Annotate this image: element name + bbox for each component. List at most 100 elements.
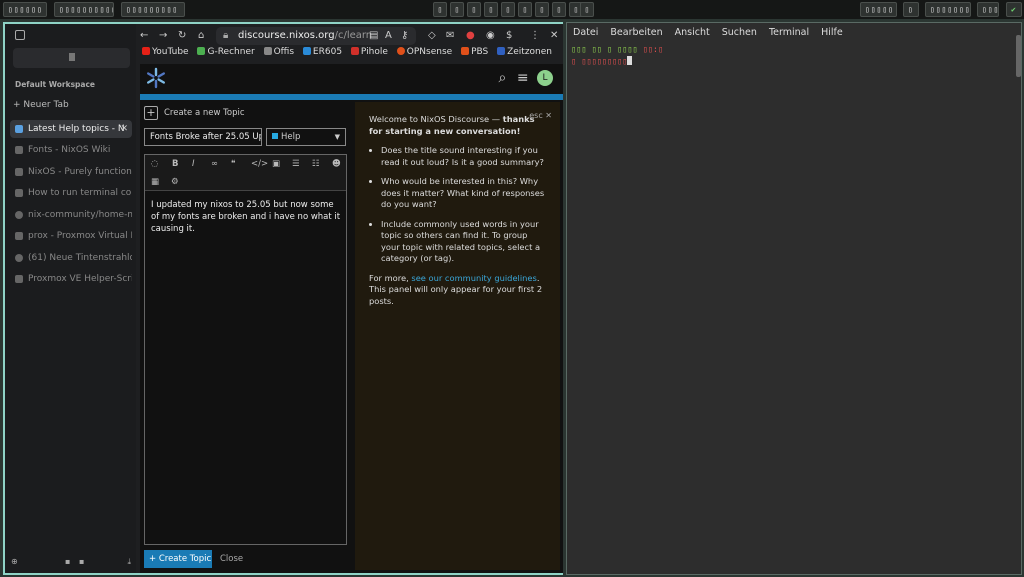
- topbar-button-3[interactable]: ▯▯▯▯▯▯▯▯▯: [121, 2, 185, 17]
- tab-terminal-question[interactable]: How to run terminal co: [10, 184, 132, 202]
- prompt-text: ▯▯▯ ▯▯ ▯ ▯▯▯▯: [571, 45, 643, 55]
- bookmark-youtube[interactable]: YouTube: [142, 47, 189, 57]
- topbar-button-2[interactable]: ▯▯▯▯▯▯▯▯▯▯: [54, 2, 114, 17]
- bookmark-offis[interactable]: Öffis: [263, 47, 294, 57]
- calendar-icon[interactable]: ▦: [151, 177, 159, 187]
- menu-suchen[interactable]: Suchen: [722, 27, 757, 38]
- menu-icon[interactable]: ≡: [517, 70, 529, 86]
- sidebar-toggle-icon[interactable]: [15, 30, 25, 40]
- tab-label: NixOS - Purely function: [28, 167, 132, 177]
- close-icon[interactable]: ✕: [550, 30, 558, 41]
- translate-icon[interactable]: A: [385, 30, 392, 41]
- shield-icon[interactable]: ●: [466, 30, 475, 41]
- gear-icon[interactable]: ⚙: [171, 177, 179, 187]
- tip-intro-text: Welcome to NixOS Discourse —: [369, 114, 503, 124]
- bookmark-g-rechner[interactable]: G-Rechner: [197, 47, 255, 57]
- tab-youtube[interactable]: (61) Neue Tintenstrahld: [10, 249, 132, 267]
- workspace-1[interactable]: ▯: [433, 2, 447, 17]
- dollar-icon[interactable]: $: [506, 30, 512, 41]
- workspace-icon[interactable]: ⊕: [11, 557, 18, 566]
- bookmark-pbs[interactable]: PBS: [461, 47, 488, 57]
- topic-title-input[interactable]: Fonts Broke after 25.05 Upda: [144, 128, 262, 146]
- menu-ansicht[interactable]: Ansicht: [675, 27, 710, 38]
- text-cursor: [627, 56, 633, 65]
- workspace-3[interactable]: ▯: [467, 2, 481, 17]
- bookmark-pihole[interactable]: Pihole: [350, 47, 388, 57]
- composer-editor: ◌ B I ∞ ❝ </> ▣ ☰ ☷ ☻ ▦ ⚙ I updated my n…: [144, 154, 347, 545]
- browser-sidebar: Default Workspace + Neuer Tab Latest Hel…: [5, 24, 136, 573]
- close-icon[interactable]: ✕: [120, 120, 128, 138]
- bookmark-opnsense[interactable]: OPNsense: [396, 47, 452, 57]
- close-button[interactable]: Close: [220, 554, 243, 564]
- emoji-icon[interactable]: ☻: [332, 159, 341, 169]
- esc-label: esc: [529, 111, 543, 120]
- mask-icon[interactable]: ◉: [486, 30, 495, 41]
- bookmark-zeitzonen[interactable]: Zeitzonen: [497, 47, 552, 57]
- create-topic-button[interactable]: + Create Topic: [144, 550, 212, 568]
- nixos-logo-icon[interactable]: [144, 66, 168, 90]
- tab-label: Latest Help topics - N: [28, 124, 125, 134]
- tab-fonts-wiki[interactable]: Fonts - NixOS Wiki: [10, 141, 132, 159]
- topbar-status-3[interactable]: ▯▯▯▯▯▯▯: [925, 2, 971, 17]
- key-icon[interactable]: ⚷: [401, 30, 408, 41]
- tab-helper-scripts[interactable]: Proxmox VE Helper-Scri: [10, 270, 132, 288]
- menu-datei[interactable]: Datei: [573, 27, 598, 38]
- code-icon[interactable]: </>: [251, 159, 268, 169]
- download-icon[interactable]: ⤓: [127, 557, 131, 567]
- home-icon[interactable]: ⌂: [198, 30, 204, 41]
- tab-latest-help[interactable]: Latest Help topics - N ✕: [10, 120, 132, 138]
- menu-hilfe[interactable]: Hilfe: [821, 27, 843, 38]
- workspace-5[interactable]: ▯: [501, 2, 515, 17]
- forward-icon[interactable]: →: [159, 30, 167, 41]
- youtube-icon: [142, 47, 150, 55]
- topbar-status-2[interactable]: ▯: [903, 2, 919, 17]
- italic-icon[interactable]: I: [192, 159, 195, 169]
- editor-body[interactable]: I updated my nixos to 25.05 but now some…: [151, 199, 341, 235]
- terminal-scrollbar[interactable]: [1016, 35, 1021, 77]
- quote-bubble-icon[interactable]: ◌: [151, 159, 158, 169]
- topbar-status-1[interactable]: ▯▯▯▯▯: [860, 2, 897, 17]
- topbar-status-4[interactable]: ▯▯▯: [977, 2, 999, 17]
- tip-footer-pre: For more,: [369, 272, 412, 283]
- proxmox-icon: [461, 47, 470, 55]
- tab-label: nix-community/home-m: [28, 210, 132, 220]
- bold-icon[interactable]: B: [172, 159, 178, 169]
- mail-icon[interactable]: ✉: [446, 30, 454, 41]
- topbar-button-1[interactable]: ▯▯▯▯▯▯: [3, 2, 47, 17]
- tab-proxmox[interactable]: prox - Proxmox Virtual E: [10, 227, 132, 245]
- menu-bearbeiten[interactable]: Bearbeiten: [610, 27, 662, 38]
- workspace-2[interactable]: ▯: [450, 2, 464, 17]
- workspace-7[interactable]: ▯: [535, 2, 549, 17]
- tab-home-manager[interactable]: nix-community/home-m: [10, 206, 132, 224]
- numbered-list-icon[interactable]: ☷: [312, 159, 320, 169]
- new-tab-button[interactable]: + Neuer Tab: [13, 100, 69, 110]
- tab-nixos[interactable]: NixOS - Purely function: [10, 163, 132, 181]
- bullet-list-icon[interactable]: ☰: [292, 159, 300, 169]
- puzzle-icon[interactable]: ⋮: [530, 30, 540, 41]
- image-icon[interactable]: ▣: [272, 159, 280, 169]
- workspace-6[interactable]: ▯: [518, 2, 532, 17]
- search-icon[interactable]: ⌕: [499, 70, 507, 86]
- guidelines-link[interactable]: see our community guidelines: [411, 273, 536, 283]
- sidebar-url-box[interactable]: [13, 48, 130, 68]
- workspace-10[interactable]: ▯: [580, 2, 594, 17]
- avatar[interactable]: L: [537, 70, 553, 86]
- composer-grippie[interactable]: [140, 94, 563, 100]
- back-icon[interactable]: ←: [140, 30, 148, 41]
- proxmox-icon: [15, 232, 23, 240]
- workspace-8[interactable]: ▯: [552, 2, 566, 17]
- reader-icon[interactable]: ▤: [369, 30, 378, 41]
- terminal-input-line[interactable]: ▯ ▯▯▯▯▯▯▯▯▯: [571, 56, 633, 67]
- bookmark-er605[interactable]: ER605: [302, 47, 342, 57]
- sidebar-footer: ⊕ ▪ ▪ ⤓: [11, 557, 131, 567]
- link-icon[interactable]: ∞: [211, 159, 218, 169]
- reload-icon[interactable]: ↻: [178, 30, 186, 41]
- menu-terminal[interactable]: Terminal: [769, 27, 809, 38]
- category-select[interactable]: Help ▼: [266, 128, 346, 146]
- dismiss-panel[interactable]: esc ✕: [529, 110, 552, 122]
- extension-icon[interactable]: ◇: [428, 30, 436, 41]
- blockquote-icon[interactable]: ❝: [231, 159, 236, 169]
- workspace-4[interactable]: ▯: [484, 2, 498, 17]
- page-icon-2[interactable]: ▪: [79, 557, 84, 566]
- page-icon[interactable]: ▪: [65, 557, 70, 566]
